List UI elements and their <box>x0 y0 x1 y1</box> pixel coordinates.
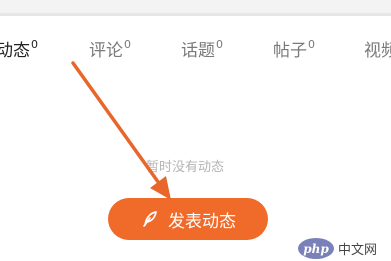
post-dynamic-button[interactable]: 发表动态 <box>108 198 268 240</box>
tab-topics[interactable]: 话题 0 <box>181 36 223 66</box>
tab-label: 动态 <box>0 41 30 61</box>
tab-label: 帖子 <box>273 41 307 61</box>
tab-posts[interactable]: 帖子 0 <box>273 36 315 66</box>
tab-count: 0 <box>31 38 38 51</box>
tab-label: 评论 <box>89 41 123 61</box>
php-logo: php <box>298 238 334 259</box>
empty-state-text: 暂时没有动态 <box>146 160 225 175</box>
tab-label: 话题 <box>181 41 215 61</box>
tab-count: 0 <box>308 38 315 51</box>
tab-count: 0 <box>216 38 223 51</box>
tab-label: 视频 <box>364 41 391 61</box>
post-button-label: 发表动态 <box>168 211 236 232</box>
feather-pen-icon <box>140 209 160 229</box>
tab-comments[interactable]: 评论 0 <box>89 36 131 66</box>
tab-bar: 动态 0 评论 0 话题 0 帖子 0 视频 <box>0 36 391 70</box>
watermark: php 中文网 <box>298 236 391 261</box>
tab-count: 0 <box>124 38 131 51</box>
tab-videos[interactable]: 视频 <box>364 36 391 66</box>
watermark-text: 中文网 <box>338 243 378 258</box>
top-divider-bar <box>0 0 391 16</box>
tab-dynamic[interactable]: 动态 0 <box>0 36 38 66</box>
